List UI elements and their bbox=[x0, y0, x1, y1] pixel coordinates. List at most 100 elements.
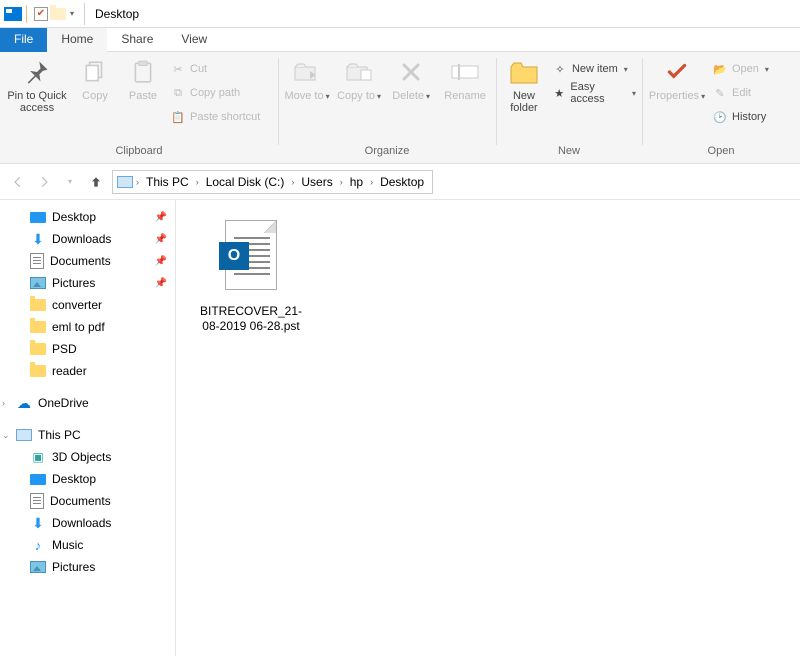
tab-home[interactable]: Home bbox=[47, 28, 107, 52]
sidebar-item-converter[interactable]: converter bbox=[0, 294, 175, 316]
sidebar-item-documents[interactable]: Documents bbox=[0, 490, 175, 512]
forward-button[interactable] bbox=[34, 172, 54, 192]
sidebar-item-documents[interactable]: Documents 📌 bbox=[0, 250, 175, 272]
back-button[interactable] bbox=[8, 172, 28, 192]
ribbon-tabs: File Home Share View bbox=[0, 28, 800, 52]
chevron-down-icon[interactable]: ⌄ bbox=[2, 430, 10, 441]
properties-button[interactable]: Properties▾ bbox=[648, 56, 706, 102]
sidebar-item-desktop[interactable]: Desktop bbox=[0, 468, 175, 490]
recent-dropdown[interactable]: ▾ bbox=[60, 172, 80, 192]
new-item-button[interactable]: ✧ New item▾ bbox=[552, 58, 636, 80]
edit-icon: ✎ bbox=[712, 85, 728, 101]
cut-label: Cut bbox=[190, 63, 207, 75]
copy-path-button[interactable]: ⧉ Copy path bbox=[170, 82, 260, 104]
chevron-right-icon[interactable]: › bbox=[133, 177, 142, 187]
group-new: New folder ✧ New item▾ ★ Easy access▾ Ne… bbox=[496, 52, 642, 163]
sidebar-item-downloads[interactable]: ⬇Downloads📌 bbox=[0, 228, 175, 250]
move-to-button[interactable]: Move to▾ bbox=[284, 56, 330, 102]
new-folder-button[interactable]: New folder bbox=[502, 56, 546, 114]
edit-label: Edit bbox=[732, 87, 751, 99]
address-pc-icon bbox=[117, 176, 133, 188]
qat-properties-icon[interactable]: ✔ bbox=[34, 7, 48, 21]
chevron-right-icon[interactable]: › bbox=[2, 398, 5, 408]
address-bar[interactable]: › This PC › Local Disk (C:) › Users › hp… bbox=[112, 170, 433, 194]
easy-access-button[interactable]: ★ Easy access▾ bbox=[552, 82, 636, 104]
qat-newfolder-icon[interactable] bbox=[50, 8, 66, 20]
sidebar-item-pictures[interactable]: Pictures📌 bbox=[0, 272, 175, 294]
threeD-icon: ▣ bbox=[30, 449, 46, 465]
group-open: Properties▾ 📂 Open▾ ✎ Edit 🕑 History Ope… bbox=[642, 52, 800, 163]
pst-file-icon: O bbox=[219, 220, 283, 300]
crumb-2[interactable]: Users bbox=[297, 175, 336, 189]
chevron-right-icon[interactable]: › bbox=[337, 177, 346, 187]
folder-icon bbox=[30, 321, 46, 333]
copy-button[interactable]: Copy bbox=[74, 56, 116, 102]
new-folder-icon bbox=[508, 56, 540, 88]
pics-icon bbox=[30, 561, 46, 573]
nav-pane[interactable]: Desktop📌⬇Downloads📌 Documents 📌 Pictures📌co… bbox=[0, 200, 176, 656]
sidebar-item-label: Downloads bbox=[52, 232, 111, 246]
move-to-label: Move to bbox=[284, 90, 323, 102]
group-organize: Move to▾ Copy to▾ Delete▾ Rename bbox=[278, 52, 496, 163]
nav-bar: ▾ › This PC › Local Disk (C:) › Users › … bbox=[0, 164, 800, 200]
crumb-4[interactable]: Desktop bbox=[376, 175, 428, 189]
chevron-right-icon[interactable]: › bbox=[288, 177, 297, 187]
history-label: History bbox=[732, 111, 766, 123]
crumb-3[interactable]: hp bbox=[346, 175, 367, 189]
copy-path-icon: ⧉ bbox=[170, 85, 186, 101]
delete-icon bbox=[395, 56, 427, 88]
pin-icon: 📌 bbox=[155, 256, 167, 267]
sidebar-item-pictures[interactable]: Pictures bbox=[0, 556, 175, 578]
sidebar-item-label: Pictures bbox=[52, 276, 95, 290]
group-open-label: Open bbox=[648, 145, 794, 161]
crumb-1[interactable]: Local Disk (C:) bbox=[202, 175, 289, 189]
pin-icon bbox=[21, 56, 53, 88]
sidebar-item-psd[interactable]: PSD bbox=[0, 338, 175, 360]
paste-button[interactable]: Paste bbox=[122, 56, 164, 102]
edit-button[interactable]: ✎ Edit bbox=[712, 82, 769, 104]
sidebar-onedrive[interactable]: › ☁ OneDrive bbox=[0, 392, 175, 414]
delete-label: Delete bbox=[392, 90, 424, 102]
window-title: Desktop bbox=[91, 7, 139, 21]
content-area[interactable]: O BITRECOVER_21-08-2019 06-28.pst bbox=[176, 200, 800, 656]
chevron-right-icon[interactable]: › bbox=[193, 177, 202, 187]
copy-to-button[interactable]: Copy to▾ bbox=[336, 56, 382, 102]
sidebar-item-music[interactable]: ♪Music bbox=[0, 534, 175, 556]
group-clipboard: Pin to Quick access Copy Paste ✂ Cut bbox=[0, 52, 278, 163]
sidebar-item-label: Desktop bbox=[52, 472, 96, 486]
open-small-col: 📂 Open▾ ✎ Edit 🕑 History bbox=[712, 56, 769, 128]
delete-button[interactable]: Delete▾ bbox=[388, 56, 434, 102]
sidebar-item-reader[interactable]: reader bbox=[0, 360, 175, 382]
outlook-icon: O bbox=[219, 242, 249, 270]
sidebar-item-3d-objects[interactable]: ▣3D Objects bbox=[0, 446, 175, 468]
rename-button[interactable]: Rename bbox=[440, 56, 490, 102]
easy-access-label: Easy access bbox=[570, 81, 626, 105]
onedrive-label: OneDrive bbox=[38, 396, 89, 410]
pin-to-quick-access-button[interactable]: Pin to Quick access bbox=[6, 56, 68, 114]
crumb-0[interactable]: This PC bbox=[142, 175, 193, 189]
sidebar-item-label: Documents bbox=[50, 254, 111, 268]
sidebar-item-downloads[interactable]: ⬇Downloads bbox=[0, 512, 175, 534]
open-button[interactable]: 📂 Open▾ bbox=[712, 58, 769, 80]
cut-button[interactable]: ✂ Cut bbox=[170, 58, 260, 80]
file-name: BITRECOVER_21-08-2019 06-28.pst bbox=[196, 304, 306, 334]
music-icon: ♪ bbox=[30, 537, 46, 553]
paste-shortcut-button[interactable]: 📋 Paste shortcut bbox=[170, 106, 260, 128]
chevron-right-icon[interactable]: › bbox=[367, 177, 376, 187]
sidebar-thispc[interactable]: ⌄ This PC bbox=[0, 424, 175, 446]
tab-file[interactable]: File bbox=[0, 28, 47, 52]
sidebar-item-label: Documents bbox=[50, 494, 111, 508]
up-button[interactable] bbox=[86, 172, 106, 192]
history-button[interactable]: 🕑 History bbox=[712, 106, 769, 128]
thispc-icon bbox=[16, 429, 32, 441]
tab-view[interactable]: View bbox=[167, 28, 221, 52]
open-icon: 📂 bbox=[712, 61, 728, 77]
qat-dropdown-icon[interactable]: ▾ bbox=[70, 9, 74, 18]
sidebar-item-eml-to-pdf[interactable]: eml to pdf bbox=[0, 316, 175, 338]
file-item[interactable]: O BITRECOVER_21-08-2019 06-28.pst bbox=[196, 220, 306, 334]
group-new-label: New bbox=[502, 145, 636, 161]
sidebar-item-desktop[interactable]: Desktop📌 bbox=[0, 206, 175, 228]
tabs-spacer bbox=[221, 28, 800, 52]
crumb-1-label: Local Disk (C:) bbox=[206, 175, 285, 189]
tab-share[interactable]: Share bbox=[107, 28, 167, 52]
